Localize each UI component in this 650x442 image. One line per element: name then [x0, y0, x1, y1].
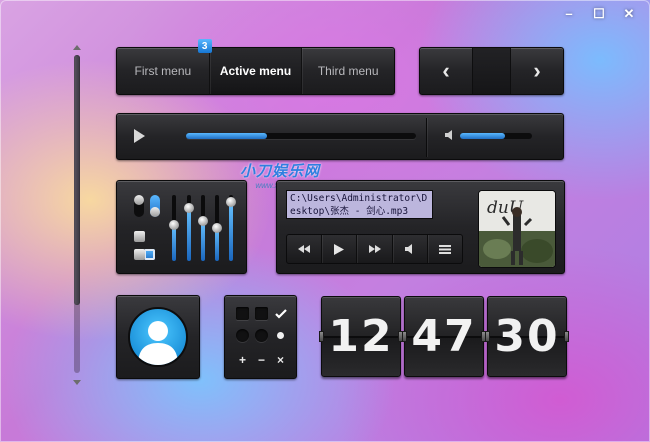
- eq-fill: [187, 208, 191, 261]
- toggle-switch[interactable]: [150, 195, 160, 217]
- close-small-button[interactable]: ×: [272, 351, 289, 368]
- radio-button[interactable]: [253, 327, 270, 344]
- eq-knob[interactable]: [198, 216, 208, 227]
- next-button[interactable]: ›: [511, 48, 563, 94]
- toggle-switch[interactable]: [134, 195, 144, 217]
- watermark-title: 小刀娱乐网: [240, 163, 321, 180]
- window-controls: – ☐ ✕: [556, 4, 642, 22]
- playlist-icon: [438, 244, 451, 254]
- plus-button[interactable]: +: [234, 351, 251, 368]
- progress-slider[interactable]: [186, 133, 416, 139]
- eq-slider[interactable]: [226, 195, 236, 261]
- eq-fill: [172, 224, 176, 261]
- plus-icon: +: [238, 352, 246, 367]
- scroll-up-arrow-icon[interactable]: [73, 45, 81, 50]
- track-path-line2: esktop\张杰 - 剑心.mp3: [290, 206, 409, 217]
- menu-item-first[interactable]: First menu: [117, 48, 209, 94]
- minimize-button[interactable]: –: [556, 4, 582, 22]
- flip-hinge: [319, 331, 324, 342]
- playlist-button[interactable]: [426, 235, 462, 263]
- checkbox[interactable]: [253, 305, 270, 322]
- clock-hours-value: 12: [328, 311, 394, 362]
- avatar-panel: [116, 295, 200, 379]
- vertical-scrollbar[interactable]: [70, 45, 84, 385]
- minus-button[interactable]: −: [253, 351, 270, 368]
- close-icon: ×: [276, 352, 284, 367]
- checkbox[interactable]: [144, 249, 155, 260]
- eq-slider[interactable]: [184, 195, 194, 261]
- radio-button-selected[interactable]: [272, 327, 289, 344]
- notification-badge: 3: [197, 39, 212, 53]
- volume-slider[interactable]: [460, 133, 532, 139]
- scroll-thumb[interactable]: [74, 55, 80, 305]
- menu-item-active[interactable]: 3 Active menu: [197, 39, 302, 94]
- rewind-button[interactable]: [287, 235, 321, 263]
- radio-button[interactable]: [234, 327, 251, 344]
- checkbox[interactable]: [234, 305, 251, 322]
- scroll-down-arrow-icon[interactable]: [73, 380, 81, 385]
- volume-fill: [460, 133, 505, 139]
- separator: [426, 118, 427, 157]
- volume-icon: [405, 244, 413, 254]
- eq-knob[interactable]: [226, 196, 236, 207]
- checkbox[interactable]: [134, 249, 145, 260]
- player-bar: [116, 113, 564, 160]
- maximize-button[interactable]: ☐: [586, 4, 612, 22]
- play-button[interactable]: [321, 235, 356, 263]
- clock-hours: 12: [319, 296, 403, 377]
- pager-middle: [472, 48, 511, 94]
- avatar[interactable]: [128, 307, 188, 367]
- controls-grid: + − ×: [224, 295, 297, 379]
- track-display: C:\Users\Administrator\D esktop\张杰 - 剑心.…: [286, 190, 433, 219]
- fast-forward-button[interactable]: [356, 235, 391, 263]
- user-silhouette-icon: [138, 321, 178, 365]
- eq-knob[interactable]: [212, 223, 222, 233]
- mixer-panel: [116, 180, 247, 274]
- clock-minutes: 47: [402, 296, 486, 377]
- checkbox-checked[interactable]: [272, 305, 289, 322]
- chevron-right-icon: ›: [533, 58, 541, 83]
- flip-hinge: [564, 331, 569, 342]
- menu-item-third[interactable]: Third menu: [301, 48, 394, 94]
- rewind-icon: [298, 245, 311, 253]
- menu-item-label: Active menu: [219, 64, 292, 78]
- flip-hinge: [402, 331, 407, 342]
- tab-menu: First menu 3 Active menu Third menu: [116, 39, 395, 95]
- eq-knob[interactable]: [184, 203, 194, 214]
- minus-icon: −: [257, 352, 265, 367]
- eq-fill: [229, 201, 233, 261]
- volume-button[interactable]: [391, 235, 427, 263]
- progress-fill: [186, 133, 267, 139]
- play-icon[interactable]: [134, 129, 145, 143]
- eq-slider[interactable]: [198, 195, 208, 261]
- previous-button[interactable]: ‹: [420, 48, 472, 94]
- chevron-left-icon: ‹: [442, 58, 450, 83]
- menu-item-label: Third menu: [317, 64, 379, 78]
- flip-hinge: [485, 331, 490, 342]
- clock-seconds-value: 30: [494, 311, 560, 362]
- volume-icon[interactable]: [445, 130, 454, 143]
- track-path-line1: C:\Users\Administrator\D: [290, 193, 428, 204]
- close-button[interactable]: ✕: [616, 4, 642, 22]
- fast-forward-icon: [368, 245, 381, 253]
- eq-knob[interactable]: [169, 219, 179, 230]
- clock-minutes-value: 47: [411, 311, 477, 362]
- player-controls: [286, 234, 463, 264]
- eq-fill: [201, 221, 205, 261]
- eq-slider[interactable]: [212, 195, 222, 261]
- pager: ‹ ›: [419, 47, 564, 95]
- play-icon: [334, 243, 345, 255]
- album-cover: duU: [478, 190, 556, 268]
- music-player: C:\Users\Administrator\D esktop\张杰 - 剑心.…: [276, 180, 565, 274]
- checkbox[interactable]: [134, 231, 145, 242]
- menu-item-label: First menu: [134, 64, 192, 78]
- check-icon: [274, 308, 287, 319]
- eq-slider[interactable]: [169, 195, 179, 261]
- clock-seconds: 30: [485, 296, 569, 377]
